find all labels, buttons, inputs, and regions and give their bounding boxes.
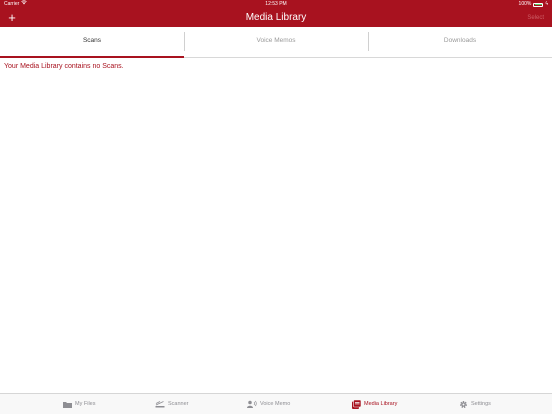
tab-my-files-label: My Files [75, 401, 96, 407]
tab-scanner[interactable]: Scanner [155, 394, 189, 414]
charging-icon: ϟ [545, 1, 548, 7]
tab-media-library[interactable]: Media Library [351, 394, 397, 414]
tab-scans-label: Scans [82, 37, 102, 44]
folder-icon [62, 399, 72, 409]
tab-voice-memos-label: Voice Memos [256, 37, 296, 44]
battery-percent: 100% [518, 1, 532, 7]
tab-settings[interactable]: Settings [458, 394, 491, 414]
header: Carrier 12:53 PM 100% ϟ + Media Library … [0, 0, 552, 27]
tab-voice-memos[interactable]: Voice Memos [184, 27, 368, 57]
status-bar: Carrier 12:53 PM 100% ϟ [0, 0, 552, 9]
empty-message: Your Media Library contains no Scans. [4, 63, 124, 70]
media-library-icon [351, 399, 361, 409]
voice-memo-icon [247, 399, 257, 409]
segment-divider [368, 32, 369, 51]
tab-scans[interactable]: Scans [0, 27, 184, 58]
tab-voice-memo[interactable]: Voice Memo [247, 394, 290, 414]
tab-media-library-label: Media Library [364, 401, 398, 407]
tab-downloads-label: Downloads [443, 37, 477, 44]
tab-downloads[interactable]: Downloads [368, 27, 552, 57]
page-title: Media Library [245, 12, 307, 23]
battery-icon [533, 2, 544, 7]
nav-bar: + Media Library Select [0, 9, 552, 27]
scanner-icon [155, 399, 165, 409]
tab-settings-label: Settings [471, 401, 491, 407]
gear-icon [458, 399, 468, 409]
segment-divider [184, 32, 185, 51]
status-time: 12:53 PM [265, 1, 287, 7]
tab-bar: My Files Scanner Voice Memo Media Librar… [0, 393, 552, 414]
tab-scanner-label: Scanner [168, 401, 189, 407]
tab-voice-memo-label: Voice Memo [260, 401, 291, 407]
tab-my-files[interactable]: My Files [62, 394, 95, 414]
status-right: 100% ϟ [519, 0, 548, 9]
select-button[interactable]: Select [527, 9, 544, 27]
segmented-control: Scans Voice Memos Downloads [0, 27, 552, 58]
